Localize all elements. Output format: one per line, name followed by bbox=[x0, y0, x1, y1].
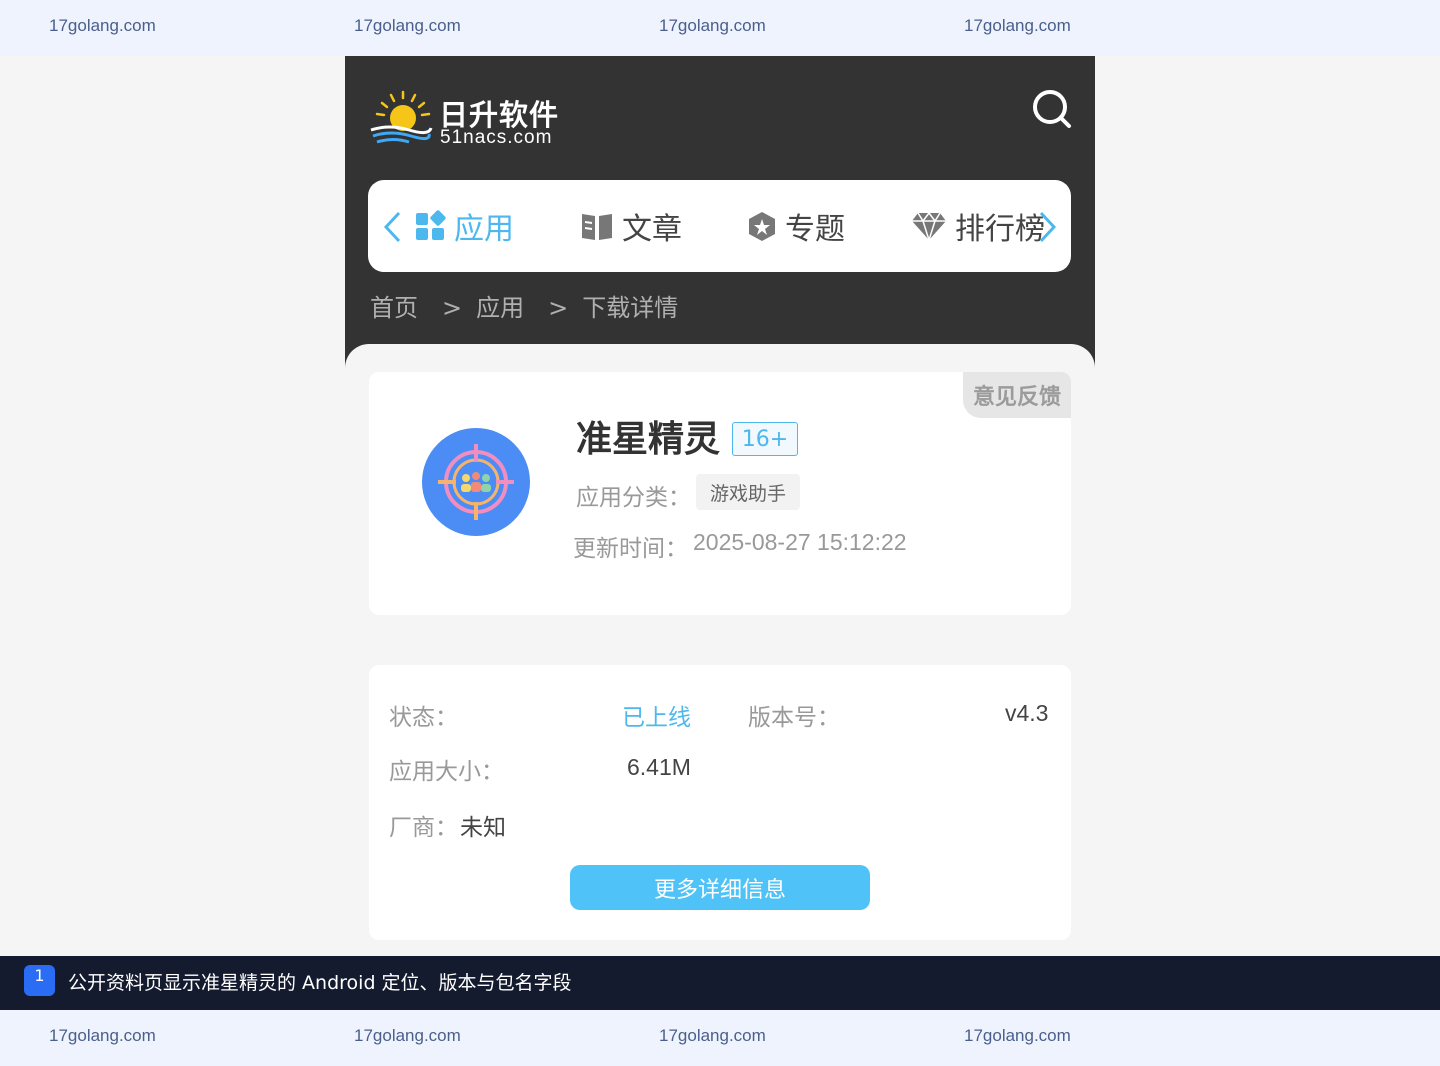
app-info-card: 状态： 已上线 版本号： v4.3 应用大小： 6.41M 厂商： 未知 更多详… bbox=[369, 665, 1071, 940]
category-nav: 应用 文章 专题 排行榜 bbox=[368, 180, 1071, 272]
version-value: v4.3 bbox=[1005, 700, 1049, 726]
category-label: 应用分类： bbox=[576, 485, 691, 511]
site-logo[interactable]: 日升软件 51nacs.com bbox=[369, 86, 569, 152]
nav-item-articles[interactable]: 文章 bbox=[580, 204, 682, 248]
sun-logo-icon bbox=[370, 90, 433, 144]
breadcrumb-separator: > bbox=[442, 294, 463, 322]
search-button[interactable] bbox=[1031, 88, 1075, 132]
chevron-left-icon bbox=[383, 211, 401, 243]
caption-text: 公开资料页显示准星精灵的 Android 定位、版本与包名字段 bbox=[68, 972, 572, 994]
nav-item-rankings[interactable]: 排行榜 bbox=[911, 204, 1045, 248]
age-rating-badge: 16+ bbox=[732, 422, 798, 456]
watermark-text: 17golang.com bbox=[354, 16, 461, 35]
version-label: 版本号： bbox=[748, 705, 840, 731]
watermark-bar-top: 17golang.com 17golang.com 17golang.com 1… bbox=[0, 0, 1440, 56]
search-icon bbox=[1033, 90, 1071, 128]
caption-number-badge: 1 bbox=[24, 965, 55, 996]
chevron-right-icon bbox=[1039, 211, 1057, 243]
update-time-value: 2025-08-27 15:12:22 bbox=[693, 529, 907, 555]
app-icon bbox=[422, 428, 530, 536]
star-hexagon-icon bbox=[749, 212, 775, 241]
more-details-button[interactable]: 更多详细信息 bbox=[570, 865, 870, 910]
watermark-text: 17golang.com bbox=[964, 16, 1071, 35]
diamond-icon bbox=[912, 211, 946, 241]
logo-domain: 51nacs.com bbox=[440, 127, 553, 148]
nav-item-topics[interactable]: 专题 bbox=[747, 204, 845, 248]
size-value: 6.41M bbox=[627, 754, 691, 780]
app-summary-card: 意见反馈 准星精灵 16+ 应用分类： 游戏助手 更新时间： 2025-08-2… bbox=[369, 372, 1071, 615]
nav-next-button[interactable] bbox=[1036, 210, 1058, 244]
watermark-text: 17golang.com bbox=[659, 16, 766, 35]
watermark-text: 17golang.com bbox=[49, 16, 156, 35]
watermark-text: 17golang.com bbox=[49, 1026, 156, 1045]
nav-item-label: 文章 bbox=[622, 212, 682, 247]
book-icon bbox=[582, 214, 612, 240]
breadcrumb-current: 下载详情 bbox=[582, 294, 679, 322]
watermark-bar-bottom: 17golang.com 17golang.com 17golang.com 1… bbox=[0, 1010, 1440, 1066]
mobile-page: 日升软件 51nacs.com 应用 文章 专题 排行榜 首页 > 应用 > 下… bbox=[345, 56, 1095, 956]
status-value: 已上线 bbox=[622, 705, 691, 731]
site-header: 日升软件 51nacs.com 应用 文章 专题 排行榜 首页 > 应用 > 下… bbox=[345, 56, 1095, 376]
main-content: 意见反馈 准星精灵 16+ 应用分类： 游戏助手 更新时间： 2025-08-2… bbox=[345, 344, 1095, 956]
nav-item-apps[interactable]: 应用 bbox=[414, 204, 514, 248]
nav-item-label: 专题 bbox=[785, 212, 845, 247]
caption-bar: 1 公开资料页显示准星精灵的 Android 定位、版本与包名字段 bbox=[0, 956, 1440, 1010]
breadcrumb: 首页 > 应用 > 下载详情 bbox=[370, 288, 688, 323]
feedback-button[interactable]: 意见反馈 bbox=[963, 372, 1071, 418]
nav-item-label: 应用 bbox=[454, 212, 514, 247]
breadcrumb-category[interactable]: 应用 bbox=[476, 294, 524, 322]
size-label: 应用大小： bbox=[389, 759, 504, 785]
breadcrumb-home[interactable]: 首页 bbox=[370, 294, 418, 322]
apps-grid-icon bbox=[416, 210, 446, 240]
watermark-text: 17golang.com bbox=[354, 1026, 461, 1045]
watermark-text: 17golang.com bbox=[964, 1026, 1071, 1045]
vendor-label: 厂商： bbox=[389, 815, 458, 841]
nav-item-label: 排行榜 bbox=[955, 212, 1045, 247]
app-name: 准星精灵 bbox=[576, 419, 721, 460]
update-time-label: 更新时间： bbox=[573, 536, 688, 562]
watermark-text: 17golang.com bbox=[659, 1026, 766, 1045]
status-label: 状态： bbox=[389, 705, 458, 731]
nav-prev-button[interactable] bbox=[382, 210, 404, 244]
vendor-value: 未知 bbox=[460, 815, 506, 841]
breadcrumb-separator: > bbox=[548, 294, 569, 322]
category-tag[interactable]: 游戏助手 bbox=[696, 474, 801, 510]
